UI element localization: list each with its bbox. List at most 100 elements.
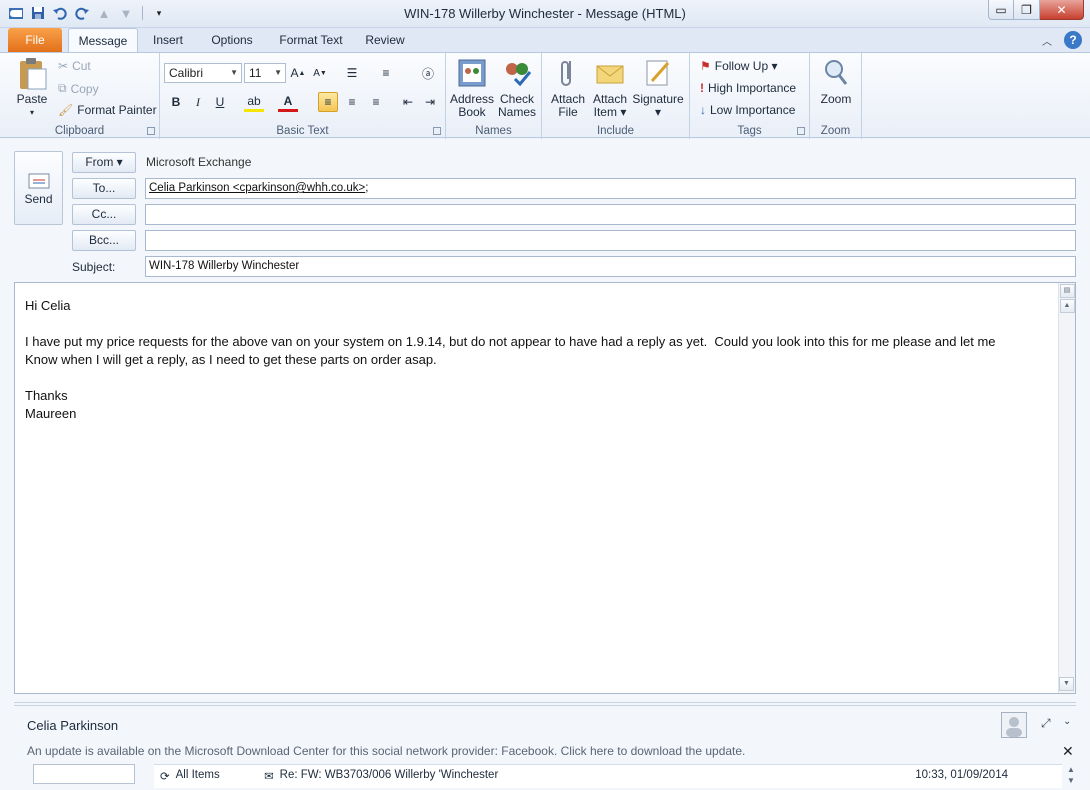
styles-icon[interactable]: ⓐ: [418, 63, 438, 83]
feed-filter-box[interactable]: [33, 764, 135, 784]
message-body-text[interactable]: Hi Celia I have put my price requests fo…: [25, 297, 1051, 423]
from-button[interactable]: From ▾: [72, 152, 136, 173]
exclamation-icon: !: [700, 81, 704, 95]
paste-label: Paste: [16, 92, 48, 106]
names-group-label: Names: [475, 125, 512, 137]
follow-up-button[interactable]: ⚑ Follow Up ▾: [700, 59, 777, 73]
contact-name[interactable]: Celia Parkinson: [27, 718, 118, 733]
decrease-indent-icon[interactable]: ⇤: [398, 92, 418, 112]
basic-text-group: Calibri ▼ 11 ▼ A ▲ A ▼ ☰ ≡ ⓐ B I U ab A ≡ …: [160, 53, 446, 139]
close-notice-icon[interactable]: ✕: [1062, 743, 1074, 760]
all-items-label: All Items: [175, 769, 220, 781]
format-painter-button[interactable]: 🖌 Format Painter: [58, 103, 157, 117]
address-book-button[interactable]: Address Book: [450, 57, 494, 119]
check-names-label: Check Names: [497, 92, 536, 119]
cut-button[interactable]: ✂ Cut: [58, 59, 91, 73]
bullets-icon[interactable]: ☰: [342, 63, 362, 83]
italic-button[interactable]: I: [188, 92, 208, 112]
to-separator: ;: [365, 182, 369, 194]
body-scrollbar[interactable]: ▤ ▲ ▼: [1058, 283, 1075, 693]
underline-button[interactable]: U: [210, 92, 230, 112]
clipboard-launcher-icon[interactable]: [147, 127, 155, 135]
low-importance-button[interactable]: ↓ Low Importance: [700, 103, 795, 117]
paste-icon: [16, 57, 48, 90]
font-name-combo[interactable]: Calibri ▼: [164, 63, 242, 83]
to-button[interactable]: To...: [72, 178, 136, 199]
message-body[interactable]: Hi Celia I have put my price requests fo…: [14, 282, 1076, 694]
update-notice[interactable]: An update is available on the Microsoft …: [27, 744, 745, 758]
subject-label: Subject:: [72, 260, 116, 274]
numbering-icon[interactable]: ≡: [376, 63, 396, 83]
pane-divider[interactable]: [14, 702, 1076, 706]
copy-button[interactable]: ⧉ Copy: [58, 81, 99, 96]
attach-file-button[interactable]: Attach File: [548, 57, 588, 119]
expand-icon[interactable]: ⤢: [1041, 716, 1051, 731]
avatar[interactable]: [1001, 712, 1027, 738]
follow-up-label: Follow Up ▾: [714, 59, 778, 73]
signature-button[interactable]: Signature ▾: [632, 57, 684, 119]
align-right-button[interactable]: ≡: [366, 92, 386, 112]
send-button[interactable]: Send: [14, 151, 63, 225]
shrink-font-icon[interactable]: A ▼: [310, 63, 330, 83]
zoom-button[interactable]: Zoom: [816, 57, 856, 106]
tab-insert[interactable]: Insert: [146, 28, 190, 52]
tab-review[interactable]: Review: [362, 28, 408, 52]
maximize-button[interactable]: ❐: [1014, 0, 1040, 20]
cut-label: Cut: [72, 59, 91, 73]
include-group-label: Include: [596, 125, 635, 137]
to-recipient[interactable]: Celia Parkinson <cparkinson@whh.co.uk>: [149, 182, 365, 194]
signature-icon: [642, 57, 674, 89]
bold-button[interactable]: B: [166, 92, 186, 112]
chevron-down-icon: ▼: [230, 68, 238, 77]
font-size-value: 11: [249, 66, 262, 80]
high-importance-button[interactable]: ! High Importance: [700, 81, 796, 95]
names-group: Address Book Check Names Names: [446, 53, 542, 139]
subject-field[interactable]: WIN-178 Willerby Winchester: [145, 256, 1076, 277]
tab-format-text[interactable]: Format Text: [272, 28, 350, 52]
basic-text-launcher-icon[interactable]: [433, 127, 441, 135]
clipboard-group: Paste ▾ ✂ Cut ⧉ Copy 🖌 Format Painter Cl…: [0, 53, 160, 139]
flag-icon: ⚑: [700, 59, 711, 73]
bcc-button[interactable]: Bcc...: [72, 230, 136, 251]
greeting-line: Hi Celia: [25, 298, 71, 313]
tab-file[interactable]: File: [8, 28, 62, 52]
attach-item-button[interactable]: Attach Item ▾: [590, 57, 630, 119]
font-size-combo[interactable]: 11 ▼: [244, 63, 286, 83]
tab-message[interactable]: Message: [68, 28, 138, 52]
feed-scrollbar[interactable]: ▲ ▼: [1064, 764, 1078, 786]
copy-label: Copy: [70, 81, 99, 96]
help-icon[interactable]: ?: [1064, 31, 1082, 49]
paintbrush-icon: 🖌: [58, 103, 74, 117]
increase-indent-icon[interactable]: ⇥: [420, 92, 440, 112]
align-center-button[interactable]: ≡: [342, 92, 362, 112]
paste-button[interactable]: Paste ▾: [14, 57, 50, 119]
signature-line: Maureen: [25, 406, 77, 421]
highlight-icon[interactable]: ab: [244, 92, 264, 112]
ruler-toggle-icon[interactable]: ▤: [1059, 284, 1075, 298]
minimize-button[interactable]: ▭: [988, 0, 1014, 20]
check-names-button[interactable]: Check Names: [496, 57, 538, 119]
feed-message-subject: Re: FW: WB3703/006 Willerby 'Winchester: [279, 769, 499, 781]
copy-icon: ⧉: [58, 81, 67, 95]
check-names-icon: [501, 57, 533, 89]
align-left-button[interactable]: ≡: [318, 92, 338, 112]
bcc-field[interactable]: [145, 230, 1076, 251]
chevron-down-icon[interactable]: ⌄: [1063, 716, 1071, 727]
clipboard-group-label: Clipboard: [54, 125, 105, 137]
cc-field[interactable]: [145, 204, 1076, 225]
to-field[interactable]: Celia Parkinson <cparkinson@whh.co.uk>;: [145, 178, 1076, 199]
all-items-tab[interactable]: ⟳ All Items: [160, 769, 220, 783]
tab-options[interactable]: Options: [204, 28, 260, 52]
font-color-icon[interactable]: A: [278, 92, 298, 112]
feed-message-item[interactable]: ✉ Re: FW: WB3703/006 Willerby 'Wincheste…: [264, 769, 498, 783]
low-importance-label: Low Importance: [710, 103, 796, 117]
paste-dropdown-icon[interactable]: ▾: [14, 106, 50, 119]
close-button[interactable]: ✕: [1040, 0, 1084, 20]
cc-button[interactable]: Cc...: [72, 204, 136, 225]
ribbon-tabs: File Message Insert Options Format Text …: [0, 28, 1090, 52]
scroll-down-icon[interactable]: ▼: [1059, 677, 1074, 691]
grow-font-icon[interactable]: A ▲: [288, 63, 308, 83]
collapse-ribbon-icon[interactable]: ︿: [1042, 33, 1052, 48]
scroll-up-icon[interactable]: ▲: [1059, 299, 1075, 313]
tags-launcher-icon[interactable]: [797, 127, 805, 135]
